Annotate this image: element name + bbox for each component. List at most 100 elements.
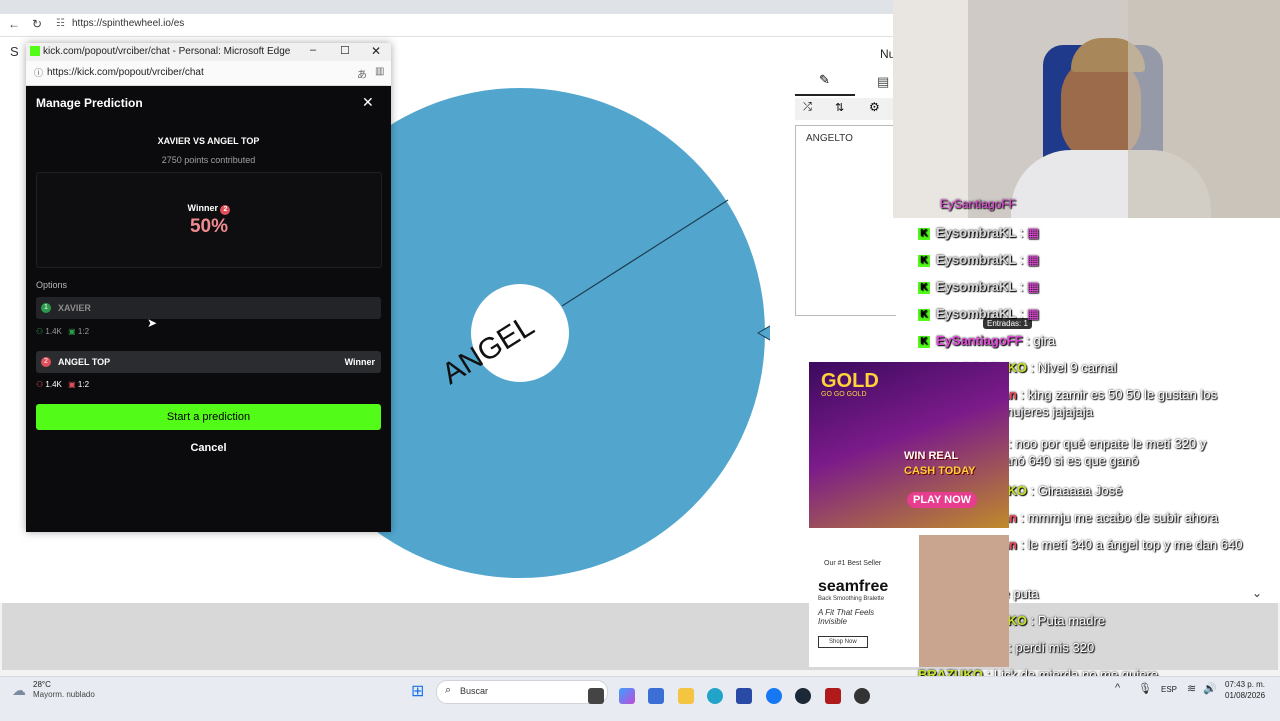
chat-username[interactable]: EysombraKL: [936, 225, 1016, 240]
ad-tagline: A Fit That Feels Invisible: [818, 608, 875, 626]
entries-textarea[interactable]: ANGELTO: [795, 125, 896, 316]
task-view-icon[interactable]: [588, 688, 604, 704]
tray-chevron-icon[interactable]: ^: [1115, 682, 1120, 694]
casino-ad[interactable]: GOLD GO GO GOLD WIN REAL CASH TODAY PLAY…: [809, 362, 1009, 528]
ad-play-button[interactable]: PLAY NOW: [907, 492, 978, 508]
outlook-icon[interactable]: [648, 688, 664, 704]
bralette-ad[interactable]: Our #1 Best Seller seamfree Back Smoothi…: [809, 535, 1009, 667]
chat-separator: :: [1022, 333, 1034, 348]
option-ratio: 1:2: [77, 327, 90, 336]
maximize-icon[interactable]: ☐: [340, 44, 350, 57]
option-ratio: 1:2: [77, 380, 90, 389]
users-icon: ⚇: [36, 380, 44, 389]
chat-separator: :: [1016, 279, 1028, 294]
weather-desc[interactable]: Mayorm. nublado: [33, 690, 95, 699]
app-icon[interactable]: [825, 688, 841, 704]
clock-date[interactable]: 01/08/2026: [1225, 691, 1265, 700]
entry-text: ANGELTO: [806, 133, 853, 144]
wifi-icon[interactable]: ≋: [1187, 682, 1196, 695]
start-prediction-button[interactable]: Start a prediction: [36, 404, 381, 430]
close-modal-icon[interactable]: ✕: [362, 94, 374, 111]
cancel-button[interactable]: Cancel: [26, 442, 391, 454]
chat-message: K EysombraKL : ▦: [918, 224, 1258, 241]
chat-separator: :: [1016, 225, 1028, 240]
prediction-title: XAVIER VS ANGEL TOP: [157, 136, 260, 146]
chat-text: Puta madre: [1037, 613, 1106, 628]
chat-username[interactable]: EySantiagoFF: [936, 333, 1023, 348]
volume-icon[interactable]: 🔊: [1203, 682, 1217, 695]
minimize-icon[interactable]: –: [310, 44, 316, 56]
option-angel-top[interactable]: 2 ANGEL TOP Winner: [36, 351, 381, 373]
shuffle-icon[interactable]: ⤮: [803, 101, 812, 114]
weather-temp[interactable]: 28°C: [33, 680, 51, 689]
settings-icon[interactable]: ⚙: [869, 100, 880, 114]
facebook-icon[interactable]: [766, 688, 782, 704]
users-icon: ⚇: [36, 327, 44, 336]
chat-username[interactable]: EysombraKL: [936, 279, 1016, 294]
browser-url[interactable]: https://spinthewheel.io/es: [72, 18, 184, 29]
search-icon: ⌕: [445, 684, 452, 696]
edge-icon[interactable]: [707, 688, 723, 704]
chat-text: perdí mis 320: [1015, 640, 1095, 655]
emote-icon: ▦: [1027, 306, 1040, 321]
chat-message: K EysombraKL : ▦: [918, 251, 1258, 268]
chat-text: Nivel 9 carnal: [1037, 360, 1117, 375]
door: [893, 0, 968, 218]
chat-text: gira: [1033, 333, 1056, 348]
scroll-down-icon[interactable]: ⌄: [1252, 586, 1262, 600]
chat-separator: :: [1027, 483, 1038, 498]
editor-tab-entries[interactable]: ✎: [795, 68, 855, 96]
chat-username[interactable]: EysombraKL: [936, 306, 1016, 321]
chat-username[interactable]: EysombraKL: [936, 252, 1016, 267]
file-explorer-icon[interactable]: [678, 688, 694, 704]
chat-text: le metí 340 a ángel top y me dan 640: [1027, 537, 1243, 552]
obs-icon[interactable]: [854, 688, 870, 704]
copilot-icon[interactable]: [619, 688, 635, 704]
chat-separator: :: [1027, 613, 1038, 628]
ad-shop-button[interactable]: Shop Now: [818, 636, 868, 648]
popup-url: https://kick.com/popout/vrciber/chat: [47, 67, 204, 78]
points-contributed: 2750 points contributed: [161, 155, 256, 165]
kick-badge-icon: K: [918, 254, 930, 267]
options-label: Options: [36, 280, 68, 290]
modal-header: Manage Prediction: [36, 96, 143, 110]
language-indicator[interactable]: ESP: [1161, 685, 1177, 694]
winner-percent: 50%: [189, 216, 229, 237]
chat-message: K EysombraKL : ▦: [918, 305, 1258, 322]
steam-icon[interactable]: [795, 688, 811, 704]
winner-label: Winner: [187, 203, 218, 213]
taskbar-search[interactable]: ⌕ Buscar: [436, 680, 608, 704]
clipboard-icon[interactable]: ▤: [877, 74, 889, 90]
pencil-icon: ✎: [819, 72, 830, 87]
option-xavier[interactable]: 1 XAVIER: [36, 297, 381, 319]
emote-icon: ▦: [1027, 252, 1040, 267]
chat-text: Giraaaaa José: [1037, 483, 1123, 498]
reader-icon[interactable]: ▥: [375, 66, 384, 77]
windows-start-icon[interactable]: ⊞: [411, 681, 424, 701]
store-icon[interactable]: [736, 688, 752, 704]
chat-text: mmmju me acabo de subir ahora: [1027, 510, 1218, 525]
chat-separator: :: [1016, 387, 1028, 402]
clock-time[interactable]: 07:43 p. m.: [1225, 680, 1265, 689]
reload-icon[interactable]: ↻: [32, 17, 42, 31]
chat-separator: :: [1027, 360, 1038, 375]
taskbar: ☁ 28°C Mayorm. nublado ⊞ ⌕ Buscar ^ 🎙 ES…: [0, 676, 1280, 721]
chat-username: EySantiagoFF: [940, 197, 1017, 211]
ad-model-image: [919, 535, 1009, 667]
translate-icon[interactable]: あ: [357, 66, 367, 81]
sort-icon[interactable]: ⇅: [835, 101, 844, 114]
option-number-badge: 2: [41, 357, 51, 367]
mic-icon[interactable]: 🎙: [1138, 682, 1152, 695]
window-titlebar[interactable]: kick.com/popout/vrciber/chat - Personal:…: [26, 43, 391, 61]
search-placeholder: Buscar: [460, 686, 489, 696]
option-users: 1.4K: [45, 327, 62, 336]
popup-address-bar[interactable]: ⓘ https://kick.com/popout/vrciber/chat あ…: [26, 61, 391, 86]
ad-subtitle: GO GO GOLD: [821, 391, 867, 398]
page-info-icon[interactable]: ☷: [56, 18, 65, 29]
close-window-icon[interactable]: ✕: [371, 44, 381, 58]
kick-badge-icon: K: [918, 227, 930, 240]
emote-icon: ▦: [1027, 279, 1040, 294]
browser-tab-strip[interactable]: [0, 0, 893, 14]
back-icon[interactable]: ←: [8, 17, 20, 31]
webcam-overlay: [893, 0, 1280, 218]
